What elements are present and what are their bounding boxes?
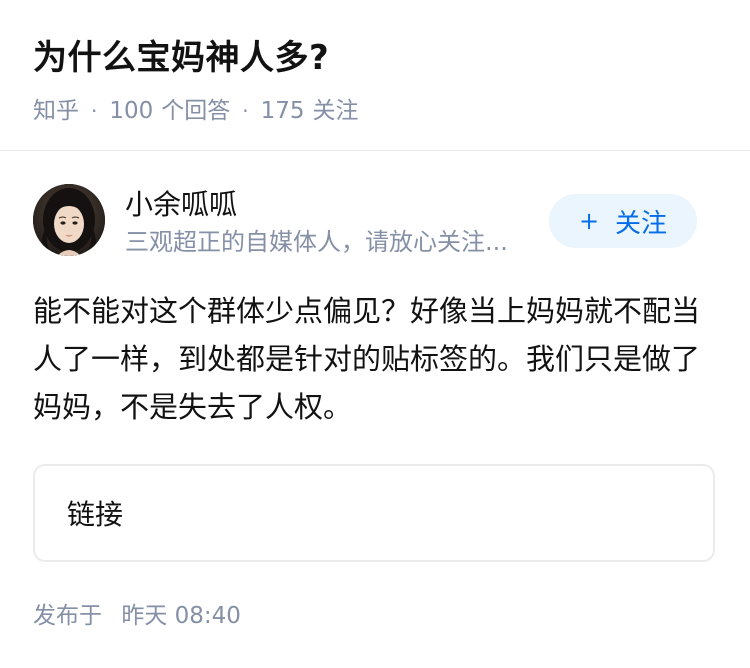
follower-count-label[interactable]: 关注 [313, 96, 359, 126]
meta-separator: · [91, 99, 98, 123]
author-bio: 三观超正的自媒体人，请放心关注... [125, 228, 508, 256]
answer-count-label[interactable]: 个回答 [161, 96, 230, 126]
avatar[interactable] [33, 184, 105, 256]
follow-button[interactable]: + 关注 [549, 194, 697, 248]
source-label[interactable]: 知乎 [33, 96, 79, 126]
publish-time: 昨天 08:40 [121, 603, 241, 629]
question-header: 为什么宝妈神人多? 知乎 · 100 个回答 · 175 关注 [33, 34, 723, 126]
author-row: 小余呱呱 三观超正的自媒体人，请放心关注... + 关注 [33, 184, 717, 260]
question-meta: 知乎 · 100 个回答 · 175 关注 [33, 96, 723, 126]
publish-info: 发布于 昨天 08:40 [33, 600, 241, 632]
question-title[interactable]: 为什么宝妈神人多? [33, 34, 723, 82]
link-card[interactable]: 链接 [33, 464, 715, 562]
answer-count: 100 [109, 98, 154, 124]
meta-separator: · [242, 99, 249, 123]
plus-icon: + [578, 207, 600, 235]
avatar-portrait-icon [33, 184, 105, 256]
follow-button-label: 关注 [615, 208, 668, 239]
link-card-label: 链接 [67, 498, 124, 531]
author-name[interactable]: 小余呱呱 [125, 186, 237, 224]
answer-content: 能不能对这个群体少点偏见？好像当上妈妈就不配当人了一样，到处都是针对的贴标签的。… [33, 294, 701, 424]
follower-count: 175 [260, 98, 305, 124]
publish-label: 发布于 [33, 603, 102, 629]
section-divider [0, 150, 750, 151]
